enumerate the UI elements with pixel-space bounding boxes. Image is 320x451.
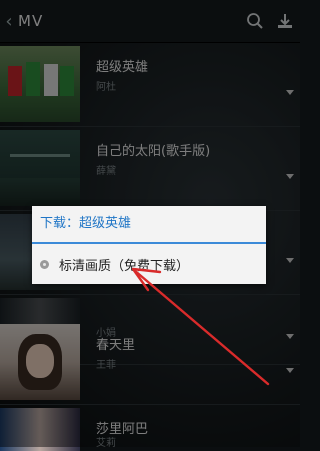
annotation-arrow <box>131 267 270 386</box>
